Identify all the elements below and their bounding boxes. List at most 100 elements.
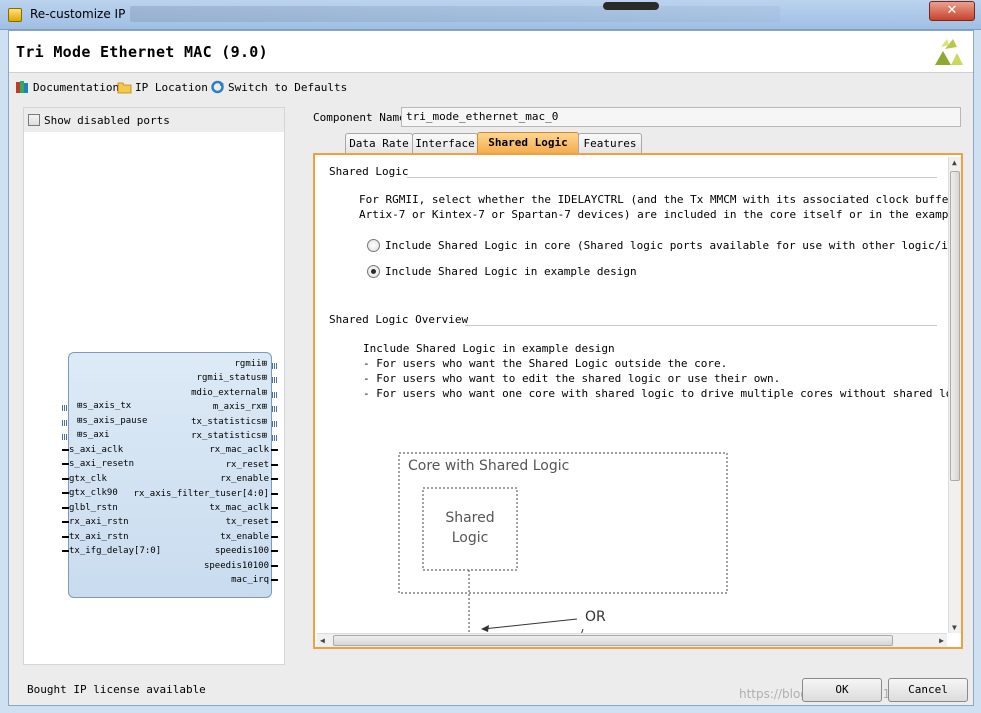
ip-symbol-panel: Show disabled ports ⊞s_axis_tx ⊞s_axis_pa… — [23, 107, 285, 665]
xilinx-logo-icon — [935, 39, 963, 65]
left-port: s_axi_aclk — [69, 444, 124, 455]
left-port: s_axi_resetn — [69, 459, 135, 469]
show-disabled-ports-label: Show disabled ports — [44, 114, 170, 127]
right-port: rx_mac_aclk — [209, 445, 269, 456]
right-port: m_axis_rx⊞ — [212, 402, 267, 413]
bus-pin-icon — [62, 405, 68, 411]
pin-icon — [62, 550, 69, 552]
refresh-icon — [211, 80, 224, 94]
books-icon — [16, 81, 28, 93]
window-title: Re-customize IP — [30, 7, 126, 21]
title-bar: Re-customize IP ✕ — [0, 0, 981, 30]
scroll-left-icon[interactable]: ◀ — [320, 636, 325, 645]
vertical-scroll-thumb[interactable] — [950, 171, 960, 481]
pin-icon — [271, 507, 278, 509]
bus-pin-icon — [272, 435, 278, 441]
left-port: tx_axi_rstn — [69, 531, 129, 542]
ip-location-button[interactable]: IP Location — [117, 80, 208, 94]
component-name-label: Component Name — [313, 111, 406, 124]
scroll-up-icon[interactable]: ▲ — [952, 158, 957, 167]
right-port: speedis10100 — [203, 560, 269, 571]
pin-icon — [62, 506, 69, 509]
left-port: rx_axi_rstn — [69, 517, 129, 527]
right-port: mac_irq — [231, 575, 269, 585]
pin-icon — [62, 477, 69, 480]
pin-icon — [62, 535, 69, 538]
right-port: rgmii⊞ — [234, 359, 267, 369]
or-arrowhead — [481, 625, 489, 632]
ip-symbol: ⊞s_axis_tx ⊞s_axis_pause ⊞s_axi s_axi_aclk s… — [62, 352, 278, 598]
documentation-button[interactable]: Documentation — [15, 80, 119, 94]
left-port: ⊞s_axis_pause — [77, 415, 148, 426]
right-port: tx_statistics⊞ — [191, 416, 267, 427]
tab-shared-logic[interactable]: Shared Logic — [477, 132, 579, 155]
left-port: gtx_clk90 — [69, 488, 118, 498]
diagram-inner-label-1: Shared — [445, 510, 494, 526]
tab-data-rate[interactable]: Data Rate — [345, 133, 413, 154]
left-port: ⊞s_axis_tx — [77, 401, 132, 411]
pin-icon — [271, 535, 278, 538]
folder-icon — [117, 82, 132, 94]
diagram-or-label: OR — [585, 609, 606, 625]
inner-shared-box — [422, 487, 518, 571]
shared-logic-diagram: Core with Shared Logic Shared Logic OR — [398, 452, 728, 635]
or-arrow — [482, 618, 578, 630]
horizontal-scroll-thumb[interactable] — [333, 635, 893, 646]
scroll-right-icon[interactable]: ▶ — [939, 636, 944, 645]
pin-icon — [62, 448, 69, 451]
diagram-outer-label: Core with Shared Logic — [408, 458, 569, 474]
pin-icon — [271, 550, 278, 553]
diagram-inner-label-2: Logic — [452, 530, 489, 546]
ip-title: Tri Mode Ethernet MAC (9.0) — [16, 43, 268, 61]
pin-icon — [271, 492, 278, 495]
switch-defaults-label: Switch to Defaults — [228, 80, 348, 94]
title-grip[interactable] — [603, 2, 659, 10]
show-disabled-ports-checkbox[interactable] — [28, 114, 40, 126]
cancel-button[interactable]: Cancel — [888, 678, 968, 702]
pin-icon — [62, 492, 69, 494]
tab-features[interactable]: Features — [578, 133, 642, 154]
bus-pin-icon — [62, 419, 68, 426]
left-port: gtx_clk — [69, 473, 107, 484]
ok-button[interactable]: OK — [802, 678, 882, 702]
scroll-down-icon[interactable]: ▼ — [952, 623, 957, 632]
left-port: glbl_rstn — [69, 502, 118, 513]
pin-icon — [62, 521, 69, 523]
right-port: tx_mac_aclk — [209, 503, 269, 513]
pin-icon — [271, 449, 278, 452]
bus-pin-icon — [272, 391, 278, 398]
shared-logic-panel: Shared Logic For RGMII, select whether t… — [313, 153, 963, 649]
blurred-path — [130, 6, 780, 22]
right-port: rgmii_status⊞ — [196, 373, 267, 384]
app-icon — [8, 8, 22, 22]
bus-pin-icon — [272, 406, 278, 413]
right-port: tx_reset — [225, 517, 269, 528]
documentation-label: Documentation — [33, 80, 120, 94]
bus-pin-icon — [272, 377, 278, 384]
ip-header: Tri Mode Ethernet MAC (9.0) — [9, 31, 973, 73]
right-port: mdio_external⊞ — [191, 387, 267, 398]
pin-icon — [271, 463, 278, 466]
right-port: tx_enable — [220, 531, 269, 542]
tab-interface[interactable]: Interface — [412, 133, 478, 154]
license-status: Bought IP license available — [27, 683, 206, 696]
ip-location-label: IP Location — [135, 80, 208, 94]
close-button[interactable]: ✕ — [929, 1, 975, 21]
pin-icon — [271, 521, 278, 524]
bus-pin-icon — [272, 420, 278, 427]
horizontal-scrollbar[interactable]: ◀ ▶ — [317, 633, 947, 647]
toolbar: Documentation IP Location Switch to Defa… — [9, 75, 973, 99]
right-port: speedis100 — [214, 546, 269, 557]
bus-pin-icon — [62, 434, 68, 440]
left-port: tx_ifg_delay[7:0] — [69, 546, 162, 556]
pin-icon — [271, 478, 278, 481]
dialog-client: Tri Mode Ethernet MAC (9.0) Documentatio… — [8, 30, 974, 706]
right-port: rx_statistics⊞ — [191, 431, 267, 441]
right-port: rx_enable — [220, 474, 269, 485]
bus-pin-icon — [272, 363, 278, 369]
vertical-scrollbar[interactable]: ▲ ▼ — [948, 157, 961, 633]
pin-icon — [271, 579, 278, 581]
component-name-field[interactable]: tri_mode_ethernet_mac_0 — [401, 107, 961, 127]
switch-defaults-button[interactable]: Switch to Defaults — [210, 80, 347, 94]
pin-icon — [62, 463, 69, 465]
